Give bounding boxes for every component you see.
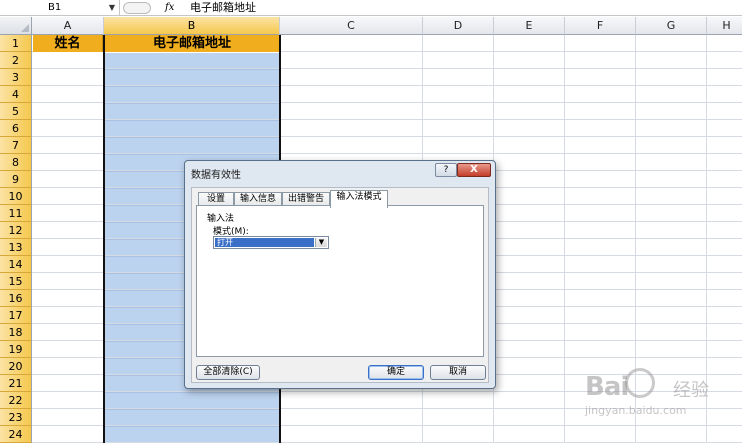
tab-panel: 输入法 模式(M): 打开 ▼: [196, 205, 484, 357]
formula-controls: fx: [121, 0, 181, 16]
dialog-title: 数据有效性: [191, 170, 241, 181]
row-header-24[interactable]: 24: [0, 426, 32, 443]
watermark-url: jingyan.baidu.com: [585, 404, 687, 417]
name-box-value: B1: [48, 2, 62, 13]
row-header-3[interactable]: 3: [0, 69, 32, 86]
group-label: 输入法: [207, 214, 235, 224]
grid-hline: [32, 153, 742, 154]
row-header-23[interactable]: 23: [0, 409, 32, 426]
row-header-21[interactable]: 21: [0, 375, 32, 392]
watermark-brand-suffix: 经验: [673, 380, 709, 401]
row-header-16[interactable]: 16: [0, 290, 32, 307]
mode-select-value: 打开: [215, 238, 314, 247]
cancel-button[interactable]: 取消: [430, 365, 486, 380]
close-button[interactable]: X: [457, 163, 491, 177]
selection-border-left: [103, 35, 105, 443]
column-header-h[interactable]: H: [707, 17, 742, 35]
grid-hline: [32, 119, 742, 120]
row-header-1[interactable]: 1: [0, 35, 32, 52]
row-header-12[interactable]: 12: [0, 222, 32, 239]
column-header-f[interactable]: F: [565, 17, 636, 35]
tab-ime-mode[interactable]: 输入法模式: [330, 190, 388, 208]
row-header-18[interactable]: 18: [0, 324, 32, 341]
row-header-9[interactable]: 9: [0, 171, 32, 188]
mode-select[interactable]: 打开 ▼: [213, 236, 329, 249]
column-header-b[interactable]: B: [104, 17, 280, 35]
row-header-7[interactable]: 7: [0, 137, 32, 154]
column-header-a[interactable]: A: [32, 17, 104, 35]
function-icon[interactable]: fx: [165, 0, 174, 15]
chevron-down-icon[interactable]: ▼: [109, 0, 115, 15]
column-header-c[interactable]: C: [280, 17, 423, 35]
row-header-5[interactable]: 5: [0, 103, 32, 120]
help-button[interactable]: ?: [435, 163, 457, 177]
grid-hline: [32, 85, 742, 86]
watermark: Bai 经验 jingyan.baidu.com: [585, 368, 735, 438]
row-header-19[interactable]: 19: [0, 341, 32, 358]
ok-button[interactable]: 确定: [368, 365, 424, 380]
cell-b1[interactable]: 电子邮箱地址: [105, 35, 279, 52]
column-header-d[interactable]: D: [423, 17, 494, 35]
row-header-13[interactable]: 13: [0, 239, 32, 256]
row-header-10[interactable]: 10: [0, 188, 32, 205]
row-header-15[interactable]: 15: [0, 273, 32, 290]
row-header-22[interactable]: 22: [0, 392, 32, 409]
clear-all-button[interactable]: 全部清除(C): [196, 365, 260, 380]
row-header-14[interactable]: 14: [0, 256, 32, 273]
row-header-8[interactable]: 8: [0, 154, 32, 171]
row-header-17[interactable]: 17: [0, 307, 32, 324]
column-header-g[interactable]: G: [636, 17, 707, 35]
grid-vline: [564, 35, 565, 443]
watermark-brand: Bai: [585, 372, 629, 402]
paw-icon: [625, 368, 655, 398]
row-header-2[interactable]: 2: [0, 52, 32, 69]
name-box[interactable]: B1 ▼: [0, 0, 120, 16]
row-header-11[interactable]: 11: [0, 205, 32, 222]
cell-a1[interactable]: 姓名: [33, 35, 103, 52]
grid-hline: [32, 136, 742, 137]
formula-bar: B1 ▼ fx 电子邮箱地址: [0, 0, 742, 16]
expand-toggle[interactable]: [123, 2, 151, 14]
chevron-down-icon[interactable]: ▼: [315, 238, 327, 247]
row-header-20[interactable]: 20: [0, 358, 32, 375]
dialog-body: 设置 输入信息 出错警告 输入法模式 输入法 模式(M): 打开 ▼ 全部清除(…: [191, 187, 489, 383]
row-header-4[interactable]: 4: [0, 86, 32, 103]
grid-hline: [32, 68, 742, 69]
column-header-e[interactable]: E: [494, 17, 565, 35]
select-all-corner[interactable]: [0, 17, 32, 35]
formula-input[interactable]: 电子邮箱地址: [190, 0, 256, 15]
data-validation-dialog: 数据有效性 ? X 设置 输入信息 出错警告 输入法模式 输入法 模式(M): …: [184, 160, 496, 389]
grid-hline: [32, 102, 742, 103]
row-header-6[interactable]: 6: [0, 120, 32, 137]
